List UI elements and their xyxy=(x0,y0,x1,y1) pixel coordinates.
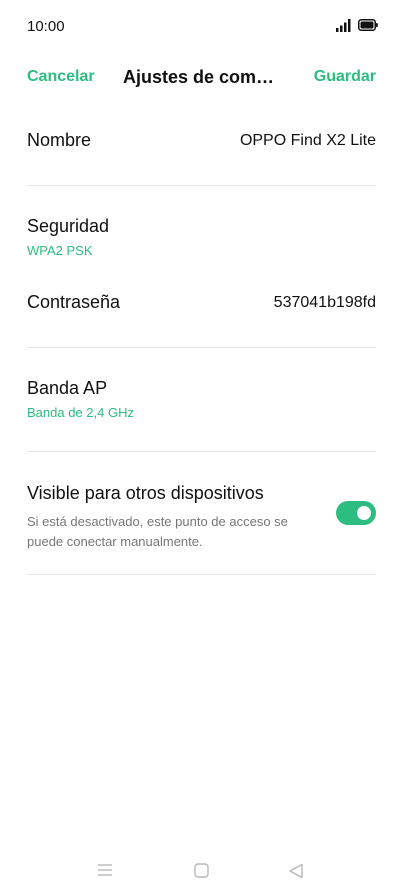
status-time: 10:00 xyxy=(27,18,65,35)
app-header: Cancelar Ajustes de comp… Guardar xyxy=(0,52,403,104)
status-bar: 10:00 xyxy=(0,0,403,52)
visible-description: Si está desactivado, este punto de acces… xyxy=(27,514,288,549)
name-value: OPPO Find X2 Lite xyxy=(239,132,376,149)
divider xyxy=(27,185,376,186)
divider xyxy=(27,451,376,452)
page-title: Ajustes de comp… xyxy=(123,67,283,87)
battery-icon xyxy=(358,19,378,31)
band-label: Banda AP xyxy=(27,378,108,398)
back-triangle-icon[interactable] xyxy=(288,863,304,879)
security-row[interactable]: Seguridad WPA2 PSK xyxy=(27,216,376,258)
name-row[interactable]: Nombre OPPO Find X2 Lite xyxy=(27,130,376,154)
security-value: WPA2 PSK xyxy=(27,243,93,258)
divider xyxy=(27,574,376,575)
security-label: Seguridad xyxy=(27,216,110,236)
password-row[interactable]: Contraseña 537041b198fd xyxy=(27,292,376,316)
password-label: Contraseña xyxy=(27,292,121,312)
name-label: Nombre xyxy=(27,130,92,150)
divider xyxy=(27,347,376,348)
toggle-knob xyxy=(357,506,371,520)
visible-row: Visible para otros dispositivos Si está … xyxy=(27,483,376,553)
band-value: Banda de 2,4 GHz xyxy=(27,405,134,420)
password-value: 537041b198fd xyxy=(273,294,376,311)
cancel-button[interactable]: Cancelar xyxy=(27,68,95,86)
menu-icon[interactable] xyxy=(97,863,113,877)
visible-label: Visible para otros dispositivos xyxy=(27,483,264,503)
navigation-bar xyxy=(0,852,403,896)
band-row[interactable]: Banda AP Banda de 2,4 GHz xyxy=(27,378,376,420)
visible-toggle[interactable] xyxy=(336,501,376,525)
home-square-icon[interactable] xyxy=(194,863,209,878)
signal-icon xyxy=(336,19,351,32)
save-button[interactable]: Guardar xyxy=(314,68,376,86)
